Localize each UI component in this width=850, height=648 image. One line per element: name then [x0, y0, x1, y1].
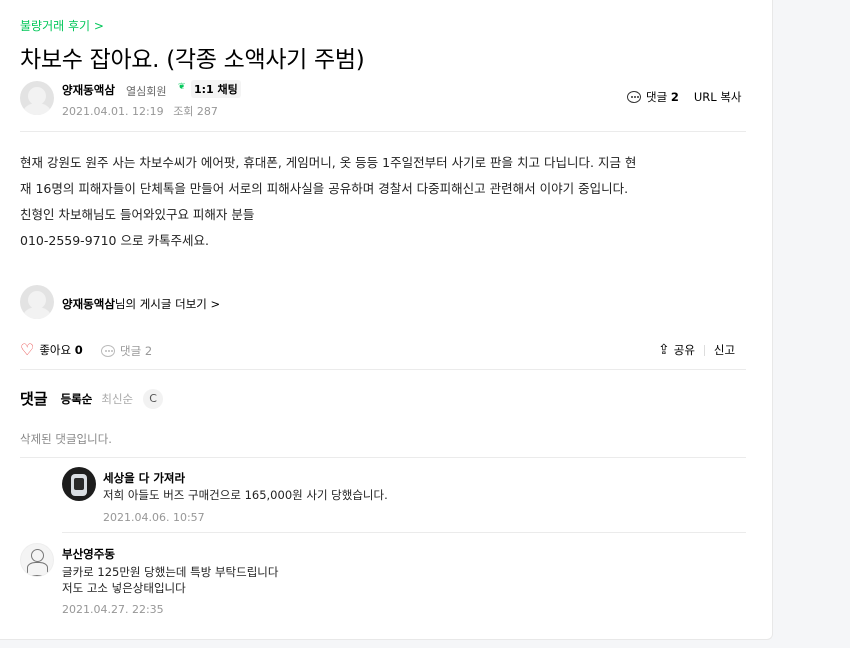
commenter-name[interactable]: 세상을 다 가져라	[103, 470, 185, 486]
post-body: 현재 강원도 원주 사는 차보수씨가 에어팟, 휴대폰, 게임머니, 옷 등등 …	[20, 150, 760, 254]
comments-title: 댓글	[20, 390, 48, 408]
deleted-comment: 삭제된 댓글입니다.	[20, 432, 112, 446]
author-name[interactable]: 양재동액삼	[62, 82, 115, 98]
heart-icon: ♡	[20, 340, 35, 359]
more-posts-avatar[interactable]	[20, 285, 54, 319]
chat-button[interactable]: 1:1 채팅	[191, 80, 241, 98]
avatar-figure	[31, 549, 44, 562]
commenter-avatar[interactable]	[20, 543, 54, 577]
author-grade: 열심회원	[126, 85, 167, 98]
report-button[interactable]: 신고	[714, 342, 735, 358]
share-button[interactable]: 공유	[674, 342, 695, 358]
view-count: 조회 287	[173, 105, 218, 118]
action-separator	[703, 344, 705, 356]
body-line: 친형인 차보해님도 들어와있구요 피해자 분들	[20, 207, 255, 222]
comment-text: 저도 고소 넣은상태입니다	[62, 581, 186, 595]
commenter-avatar[interactable]	[62, 467, 96, 501]
like-button[interactable]: ♡ 좋아요 0	[20, 342, 83, 358]
actions-divider	[20, 369, 746, 370]
article-card: 불량거래 후기 > 차보수 잡아요. (각종 소액사기 주범) 양재동액삼 열심…	[0, 0, 773, 640]
commenter-name[interactable]: 부산영주동	[62, 546, 115, 562]
comment-divider	[20, 457, 746, 458]
comment-text: 글카로 125만원 당했는데 특방 부탁드립니다	[62, 565, 279, 579]
body-line: 재 16명의 피해자들이 단체톡을 만들어 서로의 피해사실을 공유하며 경찰서…	[20, 181, 629, 196]
comment-count-button[interactable]: 댓글 2	[101, 343, 152, 359]
share-actions: ⇪ 공유 신고	[658, 342, 735, 358]
post-meta: 2021.04.01. 12:19 조회 287	[62, 103, 224, 119]
comment-text: 저희 아들도 버즈 구매건으로 165,000원 사기 당했습니다.	[103, 488, 388, 502]
body-line: 010-2559-9710 으로 카톡주세요.	[20, 233, 209, 248]
breadcrumb[interactable]: 불량거래 후기 >	[20, 17, 104, 34]
author-avatar[interactable]	[20, 81, 54, 115]
share-icon: ⇪	[658, 342, 670, 358]
avatar-figure-inner	[74, 478, 84, 490]
post-date: 2021.04.01. 12:19	[62, 105, 164, 118]
comment-bubble-icon	[627, 91, 641, 103]
url-copy-button[interactable]: URL 복사	[694, 89, 742, 105]
sort-latest[interactable]: 최신순	[101, 391, 133, 407]
page-title: 차보수 잡아요. (각종 소액사기 주범)	[20, 47, 365, 73]
comment-date: 2021.04.06. 10:57	[103, 511, 205, 524]
refresh-icon[interactable]: C	[143, 388, 164, 409]
top-actions: 댓글 2 URL 복사	[627, 89, 741, 105]
comment-link[interactable]: 댓글 2	[646, 89, 679, 105]
comment-divider	[62, 532, 746, 533]
header-divider	[20, 131, 746, 132]
comment-date: 2021.04.27. 22:35	[62, 603, 164, 616]
comments-header: 댓글 등록순 최신순 C	[20, 388, 164, 409]
body-line: 현재 강원도 원주 사는 차보수씨가 에어팟, 휴대폰, 게임머니, 옷 등등 …	[20, 155, 637, 170]
sort-registered[interactable]: 등록순	[61, 391, 93, 407]
comment-bubble-icon	[101, 345, 115, 357]
more-posts-link[interactable]: 양재동액삼님의 게시글 더보기 >	[62, 296, 220, 312]
avatar-figure-body	[27, 562, 48, 576]
grade-leaf-icon: ❦	[178, 82, 186, 92]
